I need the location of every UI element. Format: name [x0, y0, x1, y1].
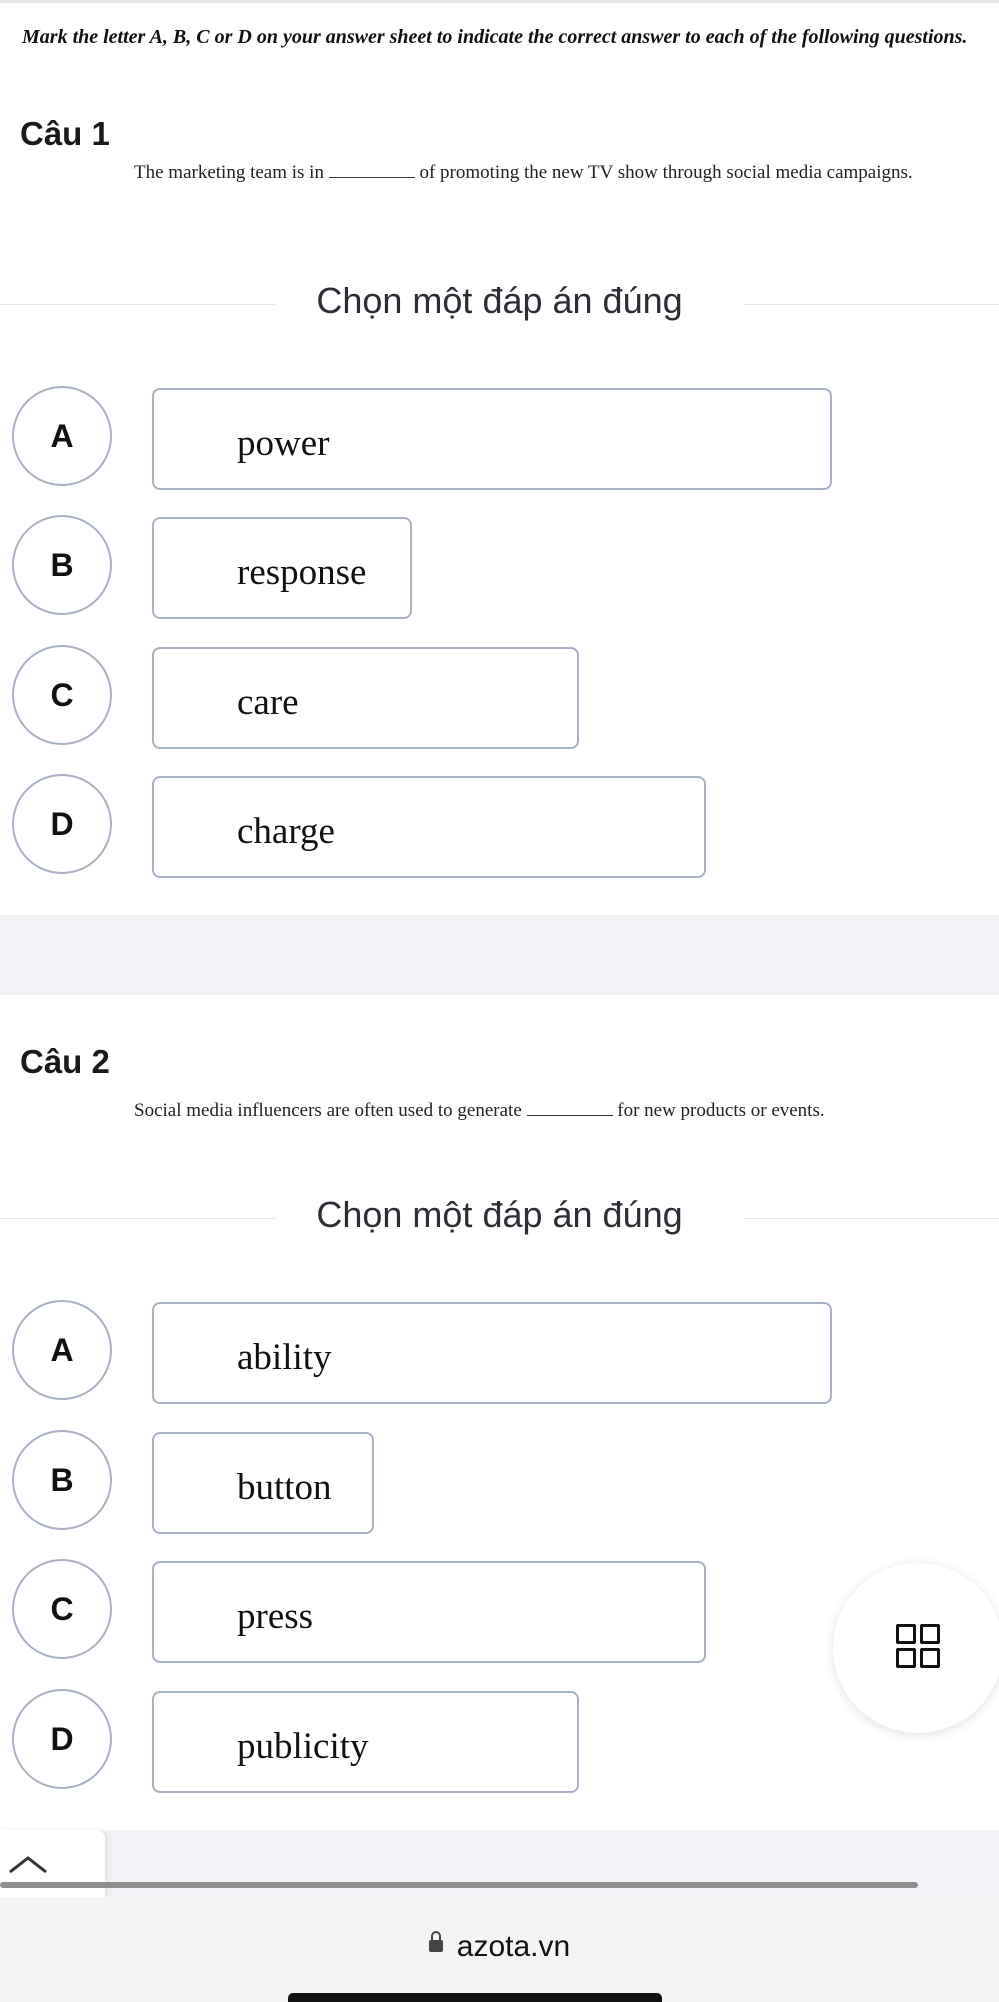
grid-icon [896, 1624, 916, 1644]
option-c-box[interactable]: press [152, 1561, 706, 1663]
option-a-text: ability [237, 1337, 332, 1378]
question-1-title: Câu 1 [20, 115, 110, 152]
option-d-circle[interactable]: D [12, 774, 112, 874]
grid-icon [896, 1648, 916, 1668]
answer-blank [526, 1103, 613, 1116]
option-d-box[interactable]: charge [152, 776, 706, 878]
section-gap [0, 915, 999, 995]
grid-icon [920, 1648, 940, 1668]
question-grid-button[interactable] [833, 1563, 999, 1733]
lock-icon [428, 1931, 443, 1953]
option-d-circle[interactable]: D [12, 1689, 112, 1789]
question-1-text-before: The marketing team is in [134, 162, 324, 183]
option-b-circle[interactable]: B [12, 1430, 112, 1530]
option-a-text: power [237, 423, 330, 464]
instruction-text: Mark the letter A, B, C or D on your ans… [22, 26, 968, 48]
horizontal-scrollbar[interactable] [0, 1882, 918, 1888]
option-a-box[interactable]: power [152, 388, 832, 490]
url-display[interactable]: azota.vn [0, 1930, 999, 1964]
question-2-text: Social media influencers are often used … [22, 1098, 972, 1124]
option-c-text: care [237, 682, 299, 723]
home-indicator [288, 1993, 662, 2002]
option-b-box[interactable]: response [152, 517, 412, 619]
answer-blank [328, 165, 415, 178]
expand-tab[interactable] [0, 1830, 105, 1900]
option-d-text: publicity [237, 1726, 369, 1767]
option-c-circle[interactable]: C [12, 645, 112, 745]
top-divider [0, 0, 999, 3]
option-b-circle[interactable]: B [12, 515, 112, 615]
option-d-box[interactable]: publicity [152, 1691, 579, 1793]
url-text: azota.vn [456, 1930, 571, 1963]
option-b-box[interactable]: button [152, 1432, 374, 1534]
option-a-box[interactable]: ability [152, 1302, 832, 1404]
choose-one-label: Chọn một đáp án đúng [316, 280, 683, 321]
option-c-circle[interactable]: C [12, 1559, 112, 1659]
option-c-text: press [237, 1596, 314, 1637]
option-a-circle[interactable]: A [12, 1300, 112, 1400]
chevron-up-icon [9, 1856, 47, 1874]
question-1-text-after: of promoting the new TV show through soc… [419, 162, 913, 183]
option-a-circle[interactable]: A [12, 386, 112, 486]
question-2-text-before: Social media influencers are often used … [134, 1100, 522, 1121]
question-2-text-after: for new products or events. [617, 1100, 825, 1121]
option-c-box[interactable]: care [152, 647, 579, 749]
question-2-title: Câu 2 [20, 1043, 110, 1080]
option-b-text: response [237, 552, 367, 593]
choose-one-label: Chọn một đáp án đúng [316, 1194, 683, 1235]
grid-icon [920, 1624, 940, 1644]
option-d-text: charge [237, 811, 335, 852]
option-b-text: button [237, 1467, 332, 1508]
question-1-text: The marketing team is in of promoting th… [22, 160, 972, 186]
